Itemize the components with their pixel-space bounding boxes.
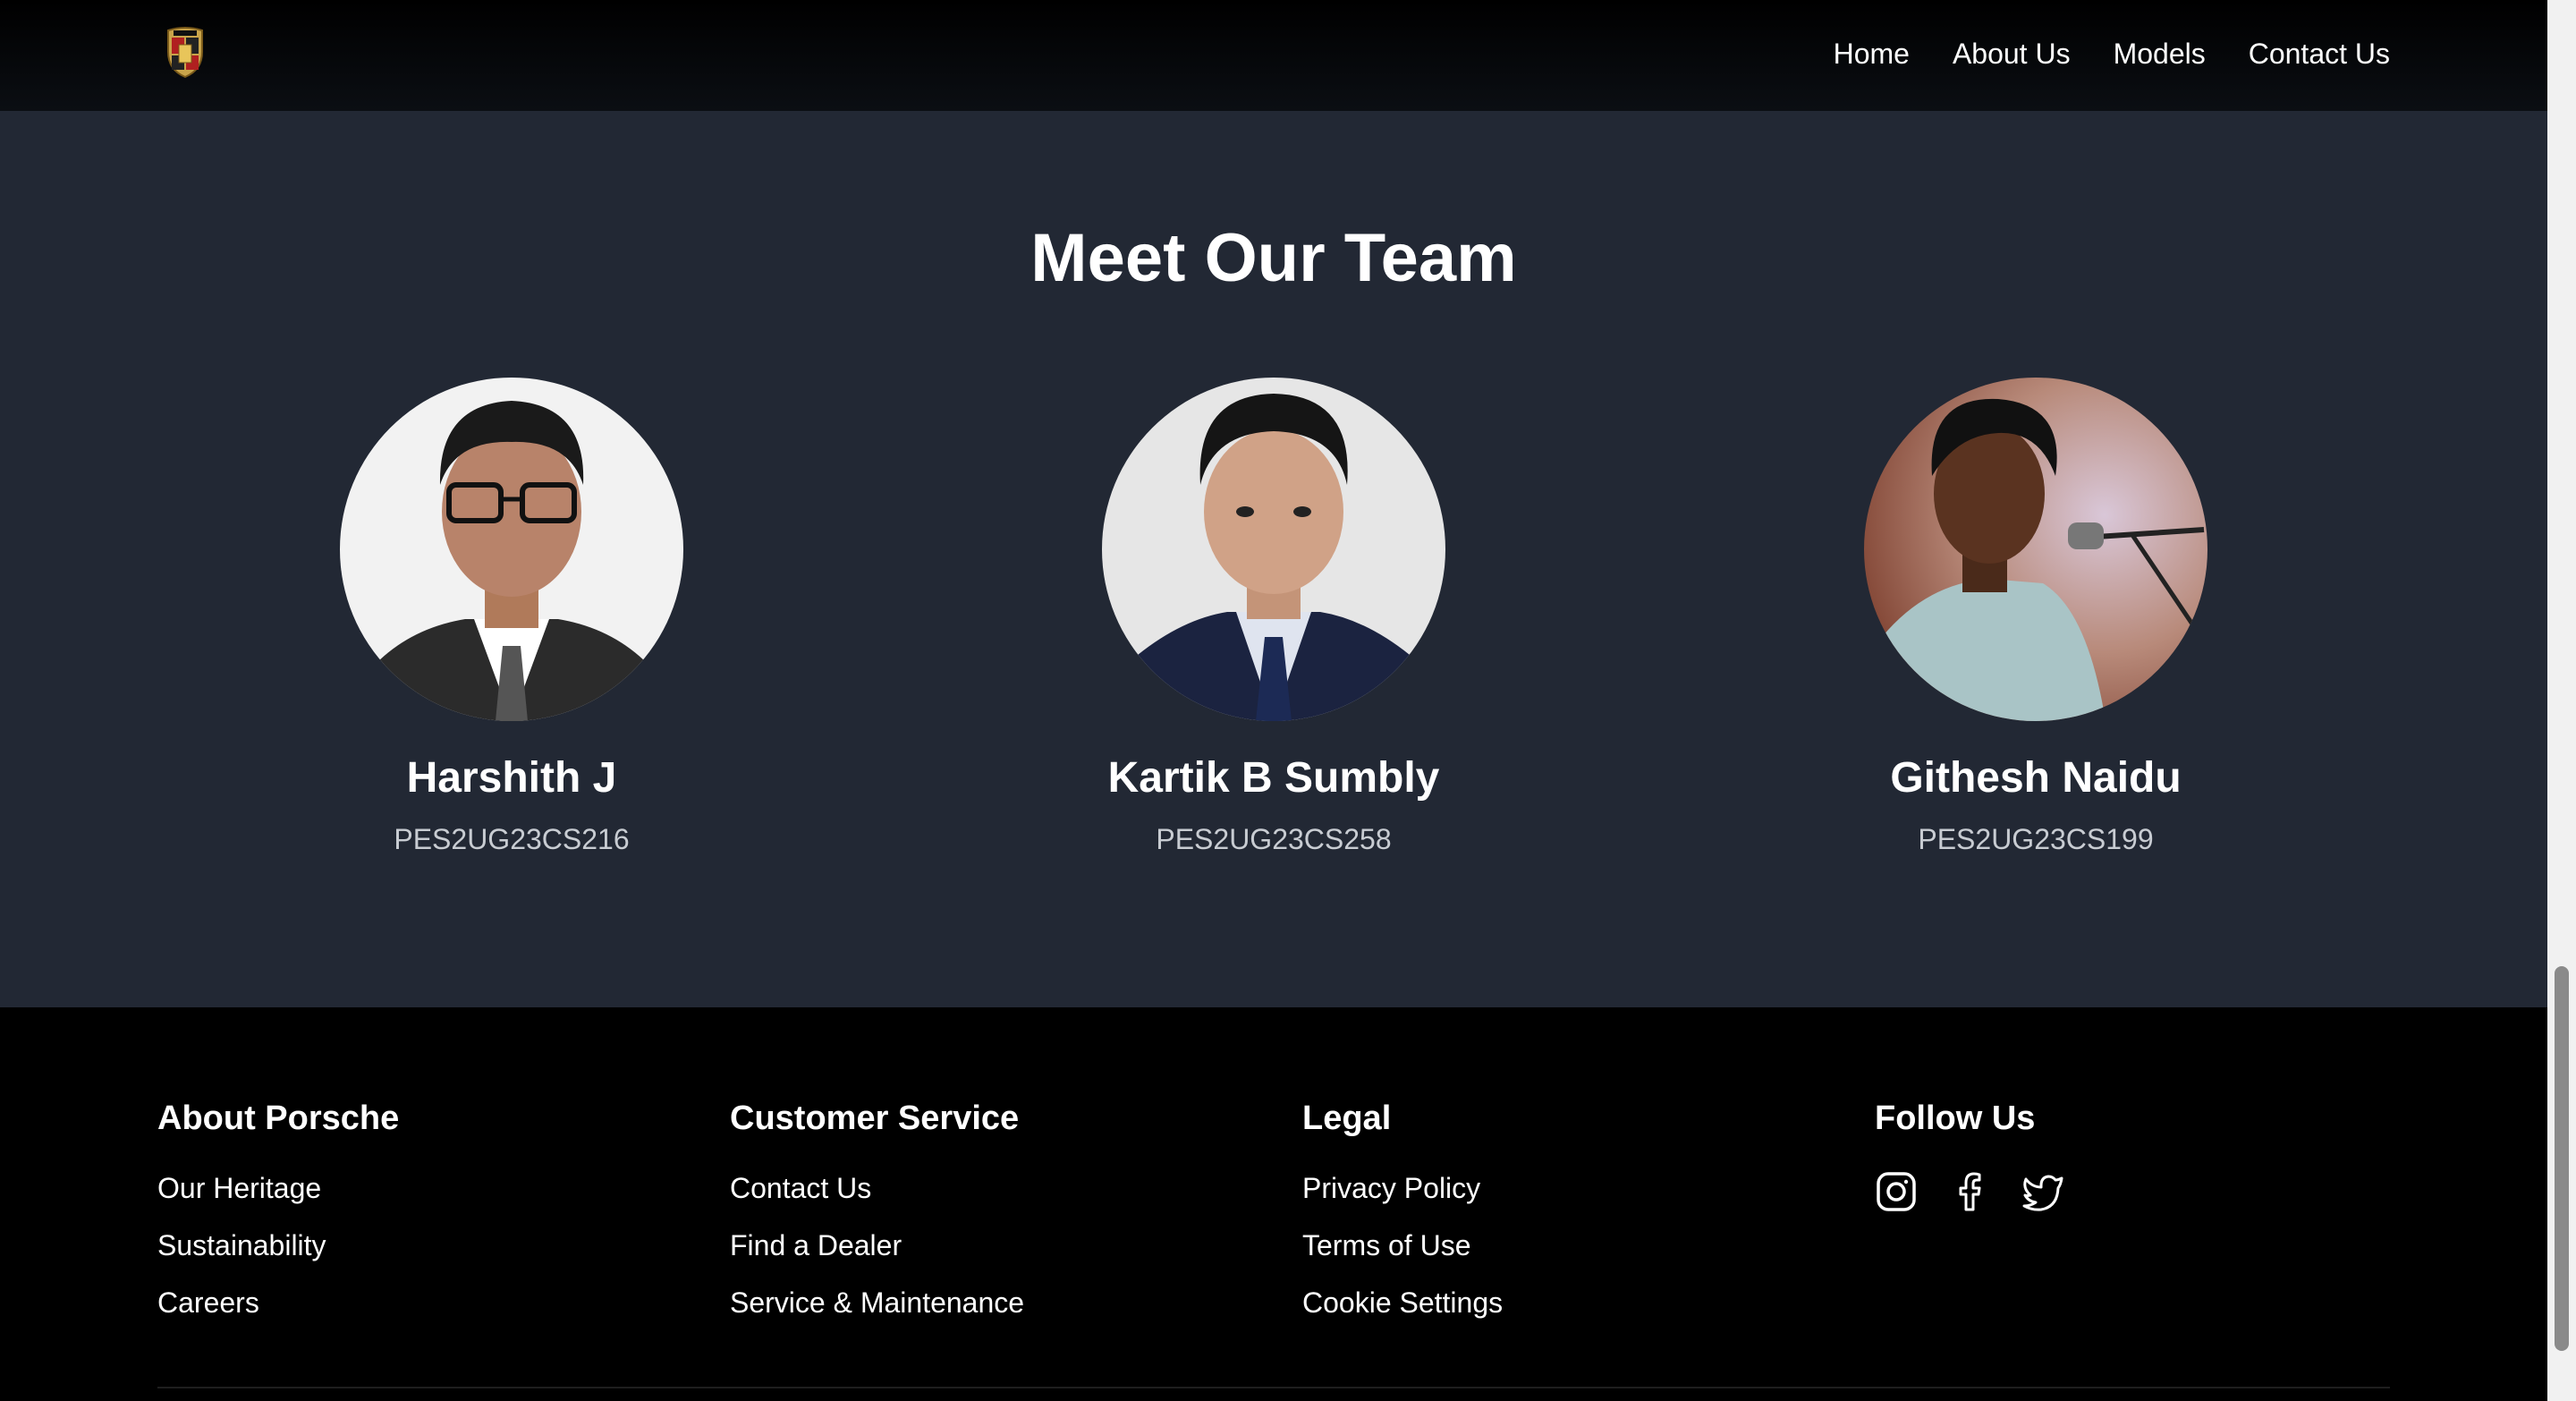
team-title: Meet Our Team <box>1030 220 1517 296</box>
top-navbar: Home About Us Models Contact Us <box>0 0 2547 111</box>
page: Home About Us Models Contact Us Meet Our… <box>0 0 2547 1401</box>
footer-link-contact-us[interactable]: Contact Us <box>730 1170 1024 1206</box>
member-name: Harshith J <box>406 754 617 802</box>
scrollbar-thumb[interactable] <box>2555 966 2569 1351</box>
footer-legal-title: Legal <box>1302 1100 1392 1137</box>
member-name: Kartik B Sumbly <box>1107 754 1440 802</box>
social-icons <box>1875 1170 2064 1213</box>
member-id: PES2UG23CS216 <box>394 823 630 855</box>
team-member-card: Githesh Naidu PES2UG23CS199 <box>1767 378 2304 857</box>
facebook-icon[interactable] <box>1948 1170 1991 1213</box>
footer-about-title: About Porsche <box>157 1100 400 1137</box>
team-member-card: Kartik B Sumbly PES2UG23CS258 <box>1005 378 1542 857</box>
member-name: Githesh Naidu <box>1890 754 2182 802</box>
footer-link-sustainability[interactable]: Sustainability <box>157 1227 399 1263</box>
footer-follow-title: Follow Us <box>1875 1100 2036 1137</box>
twitter-icon[interactable] <box>2021 1170 2064 1213</box>
member-photo <box>340 378 683 721</box>
member-id: PES2UG23CS258 <box>1156 823 1392 855</box>
footer-link-service-maintenance[interactable]: Service & Maintenance <box>730 1285 1024 1320</box>
footer-link-find-dealer[interactable]: Find a Dealer <box>730 1227 1024 1263</box>
footer-service-title: Customer Service <box>730 1100 1020 1137</box>
member-photo <box>1864 378 2207 721</box>
team-section: Meet Our Team Harshith J PES2UG23CS216 K… <box>0 111 2547 1007</box>
footer-about-column: About Porsche Our Heritage Sustainabilit… <box>157 1097 399 1342</box>
nav-contact-link[interactable]: Contact Us <box>2249 32 2390 75</box>
footer: About Porsche Our Heritage Sustainabilit… <box>0 1007 2547 1401</box>
footer-link-careers[interactable]: Careers <box>157 1285 399 1320</box>
footer-service-column: Customer Service Contact Us Find a Deale… <box>730 1097 1024 1342</box>
nav-models-link[interactable]: Models <box>2114 32 2206 75</box>
instagram-icon[interactable] <box>1875 1170 1918 1213</box>
footer-link-terms-of-use[interactable]: Terms of Use <box>1302 1227 1503 1263</box>
member-id: PES2UG23CS199 <box>1918 823 2154 855</box>
team-member-card: Harshith J PES2UG23CS216 <box>243 378 780 857</box>
footer-follow-column: Follow Us <box>1875 1097 2064 1213</box>
footer-legal-column: Legal Privacy Policy Terms of Use Cookie… <box>1302 1097 1503 1342</box>
porsche-logo[interactable] <box>165 25 206 79</box>
nav-home-link[interactable]: Home <box>1834 32 1910 75</box>
nav-links: Home About Us Models Contact Us <box>1834 32 2390 75</box>
footer-link-cookie-settings[interactable]: Cookie Settings <box>1302 1285 1503 1320</box>
footer-link-privacy-policy[interactable]: Privacy Policy <box>1302 1170 1503 1206</box>
nav-about-link[interactable]: About Us <box>1953 32 2071 75</box>
footer-divider <box>157 1387 2390 1388</box>
page-scrollbar[interactable] <box>2547 0 2576 1401</box>
member-photo <box>1102 378 1445 721</box>
footer-link-our-heritage[interactable]: Our Heritage <box>157 1170 399 1206</box>
